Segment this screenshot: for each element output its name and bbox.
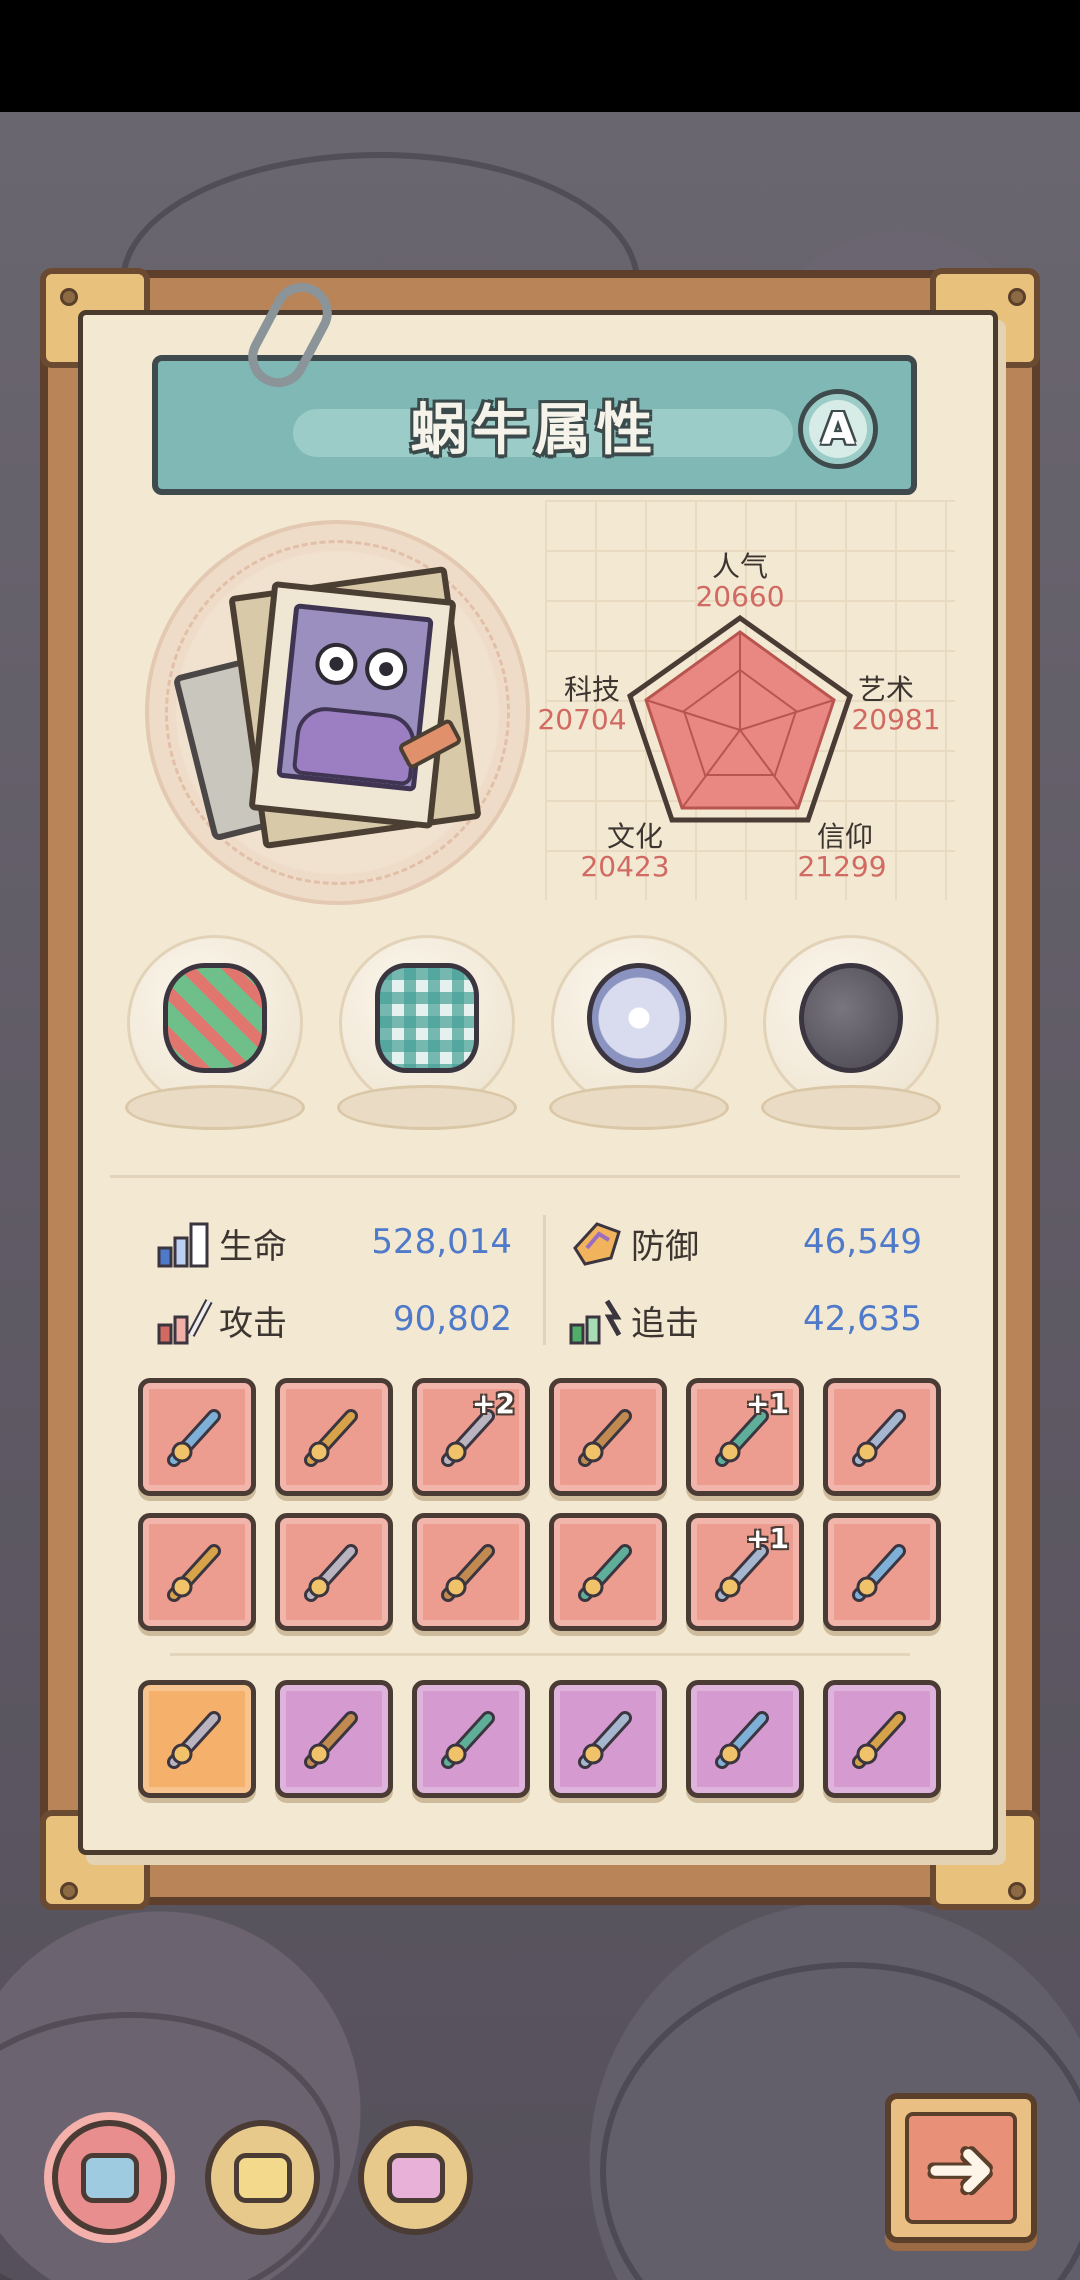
stat-attack-value: 90,802 (393, 1299, 512, 1339)
equipment-slot[interactable]: +1 (686, 1378, 804, 1496)
attr-value-faith: 21299 (797, 850, 887, 883)
attr-value-popularity: 20660 (695, 580, 785, 613)
relic-slot-4[interactable] (761, 935, 941, 1135)
compass-icon (587, 963, 691, 1073)
attr-label-art: 艺术 (857, 673, 914, 706)
equipment-slot[interactable] (823, 1378, 941, 1496)
snail-card-blue-tab[interactable] (52, 2120, 167, 2235)
attr-value-culture: 20423 (580, 850, 670, 883)
hp-bar-chart-icon (155, 1218, 215, 1268)
upgrade-level-badge: +1 (746, 1387, 789, 1420)
snail-card-blue-icon (80, 2152, 139, 2203)
ring-icon (573, 1537, 643, 1607)
equipment-slot[interactable] (138, 1378, 256, 1496)
attr-label-culture: 文化 (606, 820, 663, 853)
snail-card-yellow-icon (233, 2152, 292, 2203)
spear-tip-icon (299, 1537, 369, 1607)
attribute-radar-chart (627, 614, 853, 823)
stat-defense: 防御 (567, 1213, 699, 1273)
snail-card-pink-tab[interactable] (358, 2120, 473, 2235)
saber-icon (162, 1704, 232, 1774)
relic-slot-3[interactable] (549, 935, 729, 1135)
equipment-slot[interactable] (275, 1680, 393, 1798)
defense-shield-icon (567, 1218, 627, 1268)
equipment-slot[interactable] (412, 1680, 530, 1798)
spear-icon (847, 1704, 917, 1774)
attr-value-art: 20981 (851, 703, 941, 736)
chase-bolt-icon (567, 1295, 627, 1345)
dna-helix-icon (163, 963, 267, 1073)
section-divider (110, 1175, 960, 1178)
equipment-slot[interactable]: +2 (412, 1378, 530, 1496)
scepter-icon (573, 1704, 643, 1774)
attr-label-popularity: 人气 (711, 550, 768, 583)
equipment-slot[interactable] (138, 1680, 256, 1798)
right-arrow-icon: ➜ (925, 2119, 997, 2217)
next-button-face: ➜ (905, 2112, 1017, 2224)
equipment-slot[interactable]: +1 (686, 1513, 804, 1631)
relic-slot-1[interactable] (125, 935, 305, 1135)
stat-chase: 追击 (567, 1290, 699, 1350)
equipment-slot[interactable] (412, 1513, 530, 1631)
stat-attack: 攻击 (155, 1290, 287, 1350)
relic-slot-2[interactable] (337, 935, 517, 1135)
equipment-slot[interactable] (686, 1680, 804, 1798)
helmet-icon (847, 1537, 917, 1607)
equipment-slot[interactable] (275, 1378, 393, 1496)
meteorite-icon (799, 963, 903, 1073)
stat-hp-value: 528,014 (371, 1222, 512, 1262)
equipment-slot[interactable] (275, 1513, 393, 1631)
equipment-slot[interactable] (549, 1378, 667, 1496)
stat-defense-label: 防御 (631, 1226, 699, 1267)
stat-attack-label: 攻击 (219, 1303, 287, 1344)
plaid-shirt-icon (375, 963, 479, 1073)
status-bar (0, 0, 1080, 112)
attack-sword-icon (155, 1295, 215, 1345)
stats-divider (543, 1215, 546, 1345)
snail-card-pink-icon (386, 2152, 445, 2203)
gauntlet-icon (299, 1704, 369, 1774)
crossbow-icon (573, 1402, 643, 1472)
blade-icon (710, 1704, 780, 1774)
armor-icon (847, 1402, 917, 1472)
stat-chase-value: 42,635 (803, 1299, 922, 1339)
staff-icon (162, 1537, 232, 1607)
stat-hp: 生命 (155, 1213, 287, 1273)
equipment-slot[interactable] (549, 1680, 667, 1798)
attr-value-tech: 20704 (537, 703, 627, 736)
stat-hp-label: 生命 (219, 1226, 287, 1267)
equipment-slot[interactable] (138, 1513, 256, 1631)
stat-defense-value: 46,549 (803, 1222, 922, 1262)
equipment-slot[interactable] (823, 1513, 941, 1631)
equipment-slot[interactable] (549, 1513, 667, 1631)
snail-card-yellow-tab[interactable] (205, 2120, 320, 2235)
necklace-icon (299, 1402, 369, 1472)
stat-chase-label: 追击 (631, 1303, 699, 1344)
upgrade-level-badge: +1 (746, 1522, 789, 1555)
attr-label-tech: 科技 (563, 673, 620, 706)
sword-icon (162, 1402, 232, 1472)
grade-badge[interactable]: A (798, 389, 878, 469)
equipment-slot[interactable] (823, 1680, 941, 1798)
pants-icon (436, 1537, 506, 1607)
chest-icon (436, 1704, 506, 1774)
equipment-divider (170, 1653, 910, 1656)
attr-label-faith: 信仰 (816, 820, 873, 853)
upgrade-level-badge: +2 (472, 1387, 515, 1420)
next-button[interactable]: ➜ (885, 2093, 1037, 2243)
